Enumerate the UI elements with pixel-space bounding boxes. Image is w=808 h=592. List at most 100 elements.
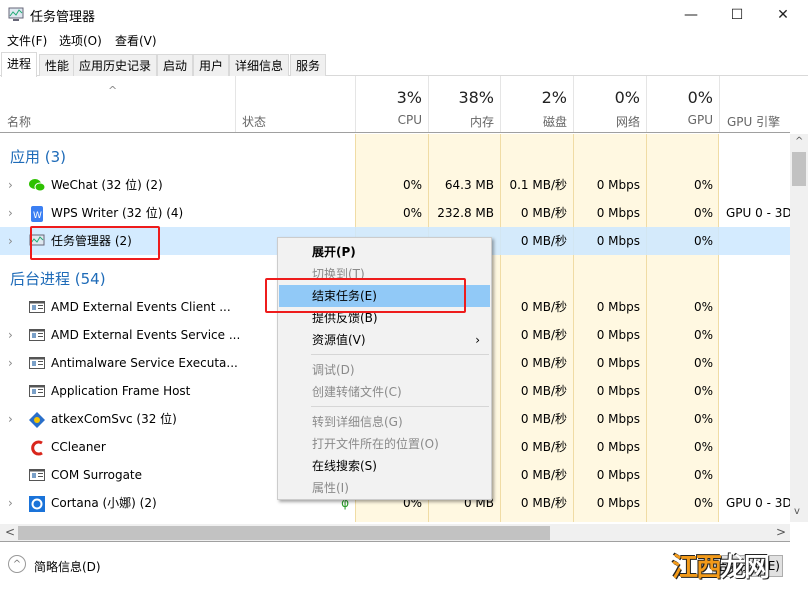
context-menu-item: 属性(I) — [279, 477, 490, 499]
vertical-scrollbar[interactable]: ^ v — [790, 134, 808, 522]
process-name: Application Frame Host — [51, 384, 191, 398]
net-total: 0% — [614, 88, 640, 107]
menu-item-label: 在线搜索(S) — [312, 459, 377, 473]
tab-app-history[interactable]: 应用历史记录 — [73, 54, 158, 76]
net-label: 网络 — [615, 115, 640, 129]
context-menu-item[interactable]: 资源值(V) › — [279, 329, 490, 351]
scroll-down-icon[interactable]: v — [794, 506, 800, 517]
col-name[interactable]: ^ 名称 — [0, 76, 235, 132]
sort-up-icon: ^ — [108, 84, 118, 97]
col-status-label: 状态 — [242, 115, 267, 129]
close-button[interactable]: ✕ — [760, 0, 806, 30]
col-disk[interactable]: 2% 磁盘 — [500, 76, 573, 132]
gpu-engine-value — [719, 349, 790, 377]
scroll-up-icon[interactable]: ^ — [795, 136, 803, 147]
gpu-engine-value — [719, 377, 790, 405]
tab-users[interactable]: 用户 — [193, 54, 230, 76]
disk-value: 0 MB/秒 — [520, 468, 567, 482]
gpu-engine-value — [719, 405, 790, 433]
disk-value: 0 MB/秒 — [520, 496, 567, 510]
gpu-engine-value — [719, 461, 790, 489]
footer: ^ 简略信息(D) 结束任务(E) 江西龙网 — [0, 543, 808, 592]
menu-item-label: 展开(P) — [312, 245, 356, 259]
window-icon — [29, 328, 45, 342]
window-icon — [29, 384, 45, 398]
disk-value: 0 MB/秒 — [520, 234, 567, 248]
expand-chevron-icon[interactable]: › — [8, 321, 13, 349]
process-name: COM Surrogate — [51, 468, 143, 482]
gpu-value: 0% — [693, 384, 713, 398]
scroll-left-icon[interactable]: < — [5, 525, 15, 539]
disk-value: 0 MB/秒 — [520, 206, 567, 220]
expand-chevron-icon[interactable]: › — [8, 405, 13, 433]
disk-value: 0 MB/秒 — [520, 440, 567, 454]
gpu-engine-label: GPU 引擎 — [727, 115, 781, 129]
gpu-value: 0% — [693, 234, 713, 248]
expand-chevron-icon[interactable]: › — [8, 489, 13, 517]
gpu-engine-value: GPU 0 - 3D — [726, 496, 790, 510]
annotation-box-end-task — [265, 278, 466, 313]
process-name: Cortana (小娜) (2) — [51, 496, 157, 510]
tab-startup[interactable]: 启动 — [157, 54, 194, 76]
net-value: 0 Mbps — [596, 356, 640, 370]
expand-chevron-icon[interactable]: › — [8, 349, 13, 377]
context-menu-item: 打开文件所在的位置(O) — [279, 433, 490, 455]
collapse-icon[interactable]: ^ — [8, 555, 26, 573]
col-gpu-engine[interactable]: GPU 引擎 — [719, 76, 790, 132]
menu-item-label: 调试(D) — [312, 363, 355, 377]
menu-file[interactable]: 文件(F) — [7, 32, 47, 49]
context-menu-item[interactable]: 展开(P) — [279, 241, 490, 263]
group-background: 后台进程 (54) — [10, 270, 106, 288]
col-gpu[interactable]: 0% GPU — [646, 76, 719, 132]
net-value: 0 Mbps — [596, 384, 640, 398]
tab-services[interactable]: 服务 — [290, 54, 327, 76]
gpu-engine-value — [719, 433, 790, 461]
title-bar: 任务管理器 — ☐ ✕ — [0, 0, 808, 30]
less-details-link[interactable]: 简略信息(D) — [34, 558, 101, 575]
cpu-value: 0% — [402, 178, 422, 192]
process-row[interactable]: › WeChat (32 位) (2) 0% 64.3 MB 0.1 MB/秒 0 Mbp… — [0, 171, 790, 199]
cpu-total: 3% — [396, 88, 422, 107]
gpu-value: 0% — [693, 300, 713, 314]
expand-chevron-icon[interactable]: › — [8, 199, 13, 227]
horizontal-scrollbar[interactable]: < > — [0, 524, 790, 542]
menu-options[interactable]: 选项(O) — [59, 32, 102, 49]
menu-separator — [311, 354, 489, 355]
maximize-button[interactable]: ☐ — [714, 0, 760, 30]
menu-item-label: 打开文件所在的位置(O) — [312, 437, 439, 451]
mem-value: 64.3 MB — [444, 178, 494, 192]
col-cpu[interactable]: 3% CPU — [355, 76, 428, 132]
gpu-engine-value — [719, 227, 790, 255]
horizontal-scroll-thumb[interactable] — [18, 526, 550, 540]
context-menu-item[interactable]: 在线搜索(S) — [279, 455, 490, 477]
disk-total: 2% — [541, 88, 567, 107]
tab-performance[interactable]: 性能 — [39, 54, 76, 76]
col-memory[interactable]: 38% 内存 — [428, 76, 500, 132]
process-row[interactable]: › W WPS Writer (32 位) (4) 0% 232.8 MB 0 MB/秒 0… — [0, 199, 790, 227]
menu-view[interactable]: 查看(V) — [115, 32, 157, 49]
gpu-value: 0% — [693, 206, 713, 220]
disk-value: 0 MB/秒 — [520, 384, 567, 398]
expand-chevron-icon[interactable]: › — [8, 227, 13, 255]
net-value: 0 Mbps — [596, 412, 640, 426]
gpu-value: 0% — [693, 496, 713, 510]
col-status[interactable]: 状态 — [235, 76, 355, 132]
annotation-box-process — [30, 226, 160, 260]
net-value: 0 Mbps — [596, 496, 640, 510]
gpu-value: 0% — [693, 412, 713, 426]
menu-bar: 文件(F) 选项(O) 查看(V) — [0, 30, 808, 50]
expand-chevron-icon[interactable]: › — [8, 171, 13, 199]
minimize-button[interactable]: — — [668, 0, 714, 30]
wechat-icon — [29, 178, 46, 192]
gpu-value: 0% — [693, 328, 713, 342]
col-network[interactable]: 0% 网络 — [573, 76, 646, 132]
context-menu: 展开(P) 切换到(T) 结束任务(E) 提供反馈(B) 资源值(V) › 调试(D) 创建转… — [277, 237, 492, 500]
tab-details[interactable]: 详细信息 — [229, 54, 290, 76]
gpu-value: 0% — [693, 440, 713, 454]
submenu-arrow-icon: › — [475, 333, 480, 347]
scroll-right-icon[interactable]: > — [776, 525, 786, 539]
vertical-scroll-thumb[interactable] — [792, 152, 806, 186]
gpu-total: 0% — [687, 88, 713, 107]
tab-processes[interactable]: 进程 — [1, 52, 38, 77]
disk-value: 0 MB/秒 — [520, 356, 567, 370]
